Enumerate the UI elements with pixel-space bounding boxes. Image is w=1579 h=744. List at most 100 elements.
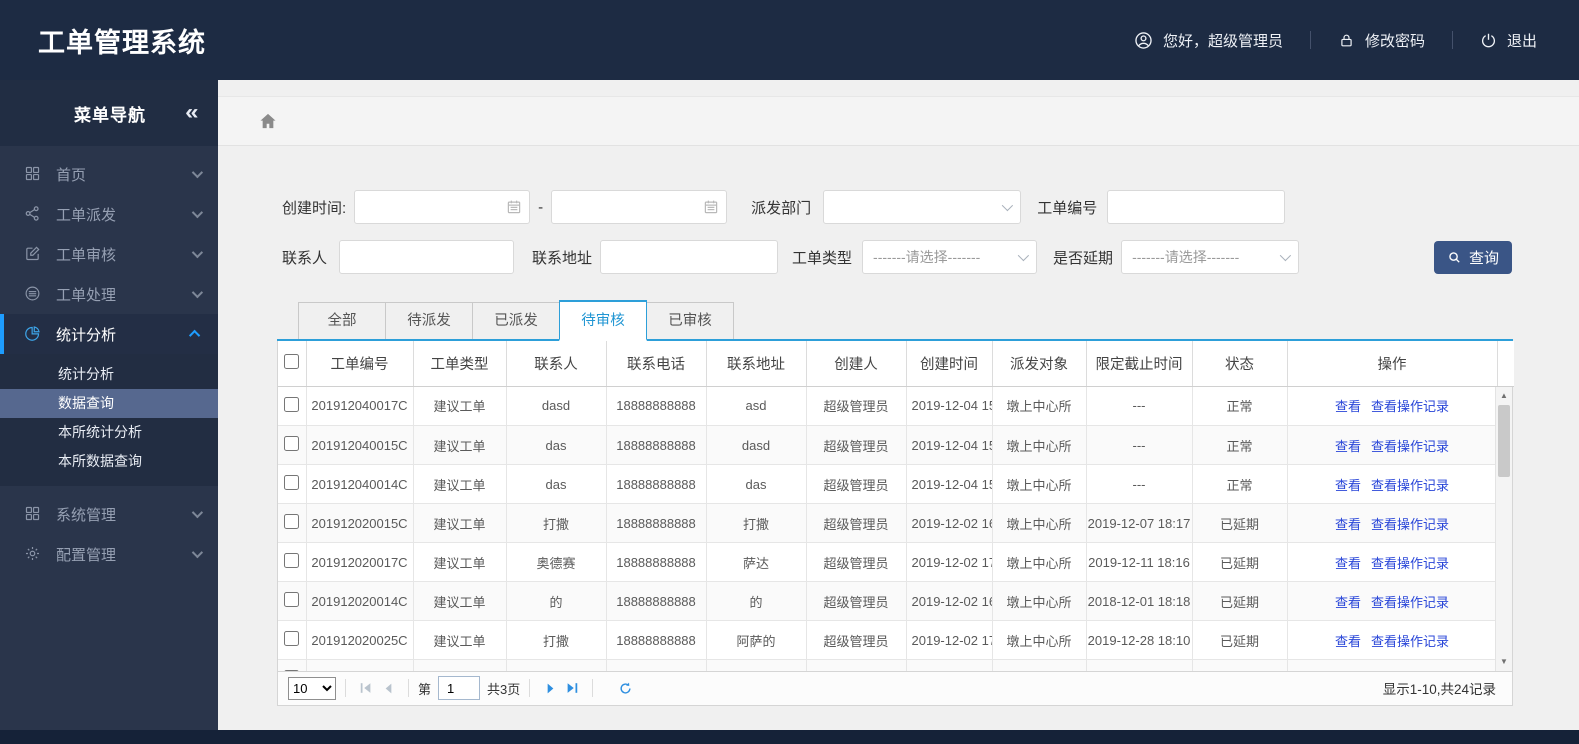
view-log-link[interactable]: 查看操作记录 [1371,439,1449,454]
view-link[interactable]: 查看 [1335,634,1361,649]
search-icon [1447,250,1462,265]
column-header[interactable]: 联系电话 [606,341,707,387]
cell-address: dasd [706,425,807,465]
work-order-table: 工单编号 工单类型 联系人 联系电话 联系地址 创建人 创建时间 派发对象 限定截止时间 状态 操作… [277,341,1514,706]
contact-input[interactable] [339,240,515,274]
scroll-up-arrow-icon[interactable]: ▲ [1496,388,1512,404]
change-password-label: 修改密码 [1364,32,1425,50]
column-header[interactable]: 操作 [1287,341,1498,387]
delay-select[interactable]: -------请选择------- [1121,240,1300,274]
chevron-down-icon [191,206,204,219]
sidebar-subitem-office-stats[interactable]: 本所统计分析 [0,418,218,447]
cell-address [706,659,807,671]
user-icon [1134,31,1153,50]
status-badge: 已延期 [1192,542,1288,582]
sidebar-subitem-office-data-query[interactable]: 本所数据查询 [0,447,218,476]
prev-page-button[interactable] [377,678,399,698]
tab-dispatched[interactable]: 已派发 [472,302,560,339]
dispatch-dept-select[interactable] [823,190,1022,224]
cell-order-type [413,659,507,671]
column-header[interactable]: 创建人 [806,341,907,387]
view-link[interactable]: 查看 [1335,556,1361,571]
tab-reviewed[interactable]: 已审核 [646,302,734,339]
row-checkbox[interactable] [284,396,300,412]
view-log-link[interactable]: 查看操作记录 [1371,634,1449,649]
sidebar-subitem-data-query[interactable]: 数据查询 [0,389,218,418]
first-page-button[interactable] [355,678,377,698]
last-page-button[interactable] [561,678,583,698]
scroll-down-arrow-icon[interactable]: ▼ [1496,654,1512,670]
cell-order-no: 201912020015C [306,503,414,543]
share-icon [24,205,42,223]
table-scrollbar[interactable]: ▲ ▼ [1495,386,1512,671]
row-checkbox[interactable] [284,670,300,671]
view-log-link[interactable]: 查看操作记录 [1371,595,1449,610]
status-badge: 正常 [1192,464,1288,504]
column-header[interactable]: 工单编号 [306,341,414,387]
column-header[interactable]: 联系人 [506,341,607,387]
row-checkbox[interactable] [284,592,300,607]
row-checkbox[interactable] [284,475,300,490]
view-link[interactable]: 查看 [1335,439,1361,454]
column-header[interactable]: 联系地址 [706,341,807,387]
cell-target: 墩上中心所 [992,464,1087,504]
home-icon[interactable] [258,111,278,131]
row-checkbox[interactable] [284,514,300,529]
order-no-input[interactable] [1107,190,1286,224]
view-link[interactable]: 查看 [1335,517,1361,532]
view-log-link[interactable]: 查看操作记录 [1371,399,1449,414]
dispatch-dept-label: 派发部门 [751,199,812,217]
scrollbar-thumb[interactable] [1498,404,1510,477]
tab-all[interactable]: 全部 [298,302,386,339]
page-number-input[interactable] [438,676,481,700]
column-header[interactable]: 状态 [1192,341,1288,387]
sidebar-item-system[interactable]: 系统管理 [0,494,218,534]
cell-creator [806,659,907,671]
view-log-link[interactable]: 查看操作记录 [1371,517,1449,532]
sidebar-item-home[interactable]: 首页 [0,154,218,194]
order-type-select[interactable]: -------请选择------- [862,240,1038,274]
sidebar-subitem-stats-analysis[interactable]: 统计分析 [0,360,218,389]
cell-creator: 超级管理员 [806,542,907,582]
create-time-end-input[interactable] [551,190,728,224]
cell-target [992,659,1087,671]
cell-deadline [1086,659,1193,671]
sidebar-item-process[interactable]: 工单处理 [0,274,218,314]
scrollbar-filler-cell [1497,341,1514,387]
cell-contact: 打撒 [506,620,607,660]
change-password-button[interactable]: 修改密码 [1338,30,1425,51]
row-checkbox[interactable] [284,631,300,646]
row-checkbox[interactable] [284,436,300,451]
cell-creator: 超级管理员 [806,581,907,621]
column-header[interactable]: 创建时间 [906,341,993,387]
sidebar-item-review[interactable]: 工单审核 [0,234,218,274]
column-header[interactable]: 工单类型 [413,341,507,387]
status-badge: 正常 [1192,425,1288,465]
select-all-checkbox[interactable] [284,353,300,369]
view-link[interactable]: 查看 [1335,595,1361,610]
tab-pending-review[interactable]: 待审核 [559,300,647,341]
next-page-button[interactable] [539,678,561,698]
tab-pending-dispatch[interactable]: 待派发 [385,302,473,339]
view-link[interactable]: 查看 [1335,399,1361,414]
view-link[interactable]: 查看 [1335,478,1361,493]
sidebar-item-dispatch[interactable]: 工单派发 [0,194,218,234]
logout-button[interactable]: 退出 [1480,30,1537,51]
page-size-select[interactable]: 10 [288,676,336,700]
column-header[interactable]: 派发对象 [992,341,1087,387]
view-log-link[interactable]: 查看操作记录 [1371,556,1449,571]
sidebar-item-config[interactable]: 配置管理 [0,534,218,574]
sidebar-submenu: 统计分析 数据查询 本所统计分析 本所数据查询 [0,354,218,486]
view-log-link[interactable]: 查看操作记录 [1371,478,1449,493]
collapse-sidebar-icon[interactable]: « [185,101,198,125]
search-button[interactable]: 查询 [1434,240,1512,274]
user-greeting[interactable]: 您好，超级管理员 [1134,30,1283,51]
address-input[interactable] [600,240,779,274]
sidebar-item-label: 首页 [56,166,87,184]
row-checkbox[interactable] [284,553,300,568]
create-time-start-input[interactable] [354,190,531,224]
column-header[interactable]: 限定截止时间 [1086,341,1193,387]
refresh-button[interactable] [614,678,636,698]
header-divider [1451,31,1453,49]
sidebar-item-stats[interactable]: 统计分析 [0,314,218,354]
